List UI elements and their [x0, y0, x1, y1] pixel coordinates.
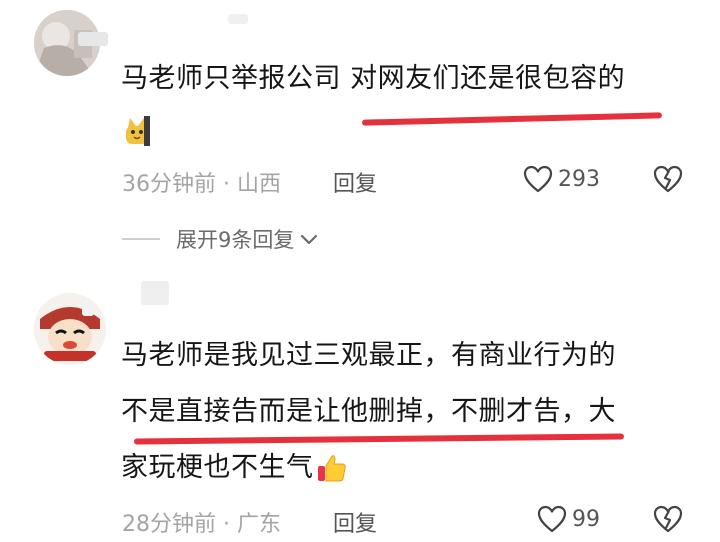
like-button[interactable]: 293: [522, 164, 600, 194]
heart-outline-icon: [522, 164, 554, 194]
comment-text-line-1: 马老师是我见过三观最正，有商业行为的: [121, 340, 616, 371]
like-count: 293: [558, 166, 600, 192]
comment-text-line-3: 家玩梗也不生气: [121, 452, 314, 483]
highlight-underline: [133, 433, 625, 445]
broken-heart-icon: [653, 165, 683, 193]
comment-text: 马老师只举报公司 对网友们还是很包容的: [121, 63, 626, 94]
avatar[interactable]: [34, 293, 106, 365]
comment-text-line-2: 不是直接告而是让他删掉，不删才告，大: [121, 396, 616, 427]
comment-timestamp: 36分钟前 · 山西: [122, 172, 281, 197]
username-redacted: [78, 32, 108, 46]
username-redacted: [82, 300, 94, 316]
expand-replies-button[interactable]: 展开9条回复: [176, 224, 320, 254]
divider-line: [122, 238, 160, 240]
heart-outline-icon: [536, 504, 568, 534]
highlight-underline: [361, 112, 663, 126]
username-redacted: [141, 281, 169, 305]
dislike-button[interactable]: [652, 503, 684, 535]
thumbs-up-emoji: [316, 452, 348, 484]
username-redacted: [228, 14, 248, 24]
expand-replies-label: 展开9条回复: [176, 228, 295, 252]
comment-text-line-3-wrap: 家玩梗也不生气: [121, 452, 348, 484]
cat-emoji: [124, 114, 152, 150]
dislike-button[interactable]: [652, 163, 684, 195]
reply-button[interactable]: 回复: [333, 506, 377, 538]
comment-timestamp: 28分钟前 · 广东: [122, 512, 281, 537]
reply-button[interactable]: 回复: [333, 166, 377, 198]
like-button[interactable]: 99: [536, 504, 600, 534]
broken-heart-icon: [653, 505, 683, 533]
chevron-down-icon: [298, 228, 320, 250]
like-count: 99: [572, 506, 600, 532]
